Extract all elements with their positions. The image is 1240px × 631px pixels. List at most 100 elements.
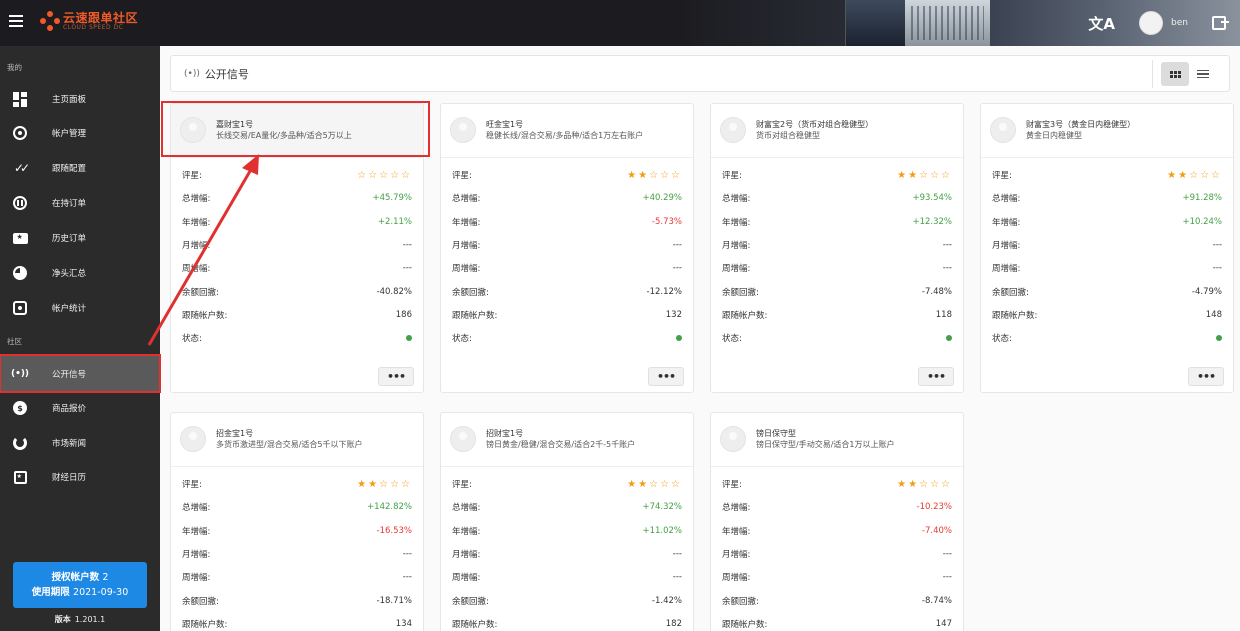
more-button[interactable]: ••• [648,367,684,386]
sidebar-item-public-signals[interactable]: (•)) 公开信号 [0,354,161,393]
sidebar-item-label: 商品报价 [52,404,87,414]
signal-card-header[interactable]: 财富宝3号（黄金日内稳健型） 黄金日内稳健型 [981,104,1233,156]
page-header: (•)) 公开信号 [170,55,1230,92]
list-view-button[interactable] [1189,62,1217,86]
stat-rating-label: 评星: [182,480,202,490]
stat-row-year: 年增幅: -16.53% [182,523,412,539]
stat-row-status: 状态: [992,330,1222,346]
stat-week-label: 周增幅: [182,573,211,584]
stat-drawdown-label: 余额回撤: [452,287,489,298]
account-icon [12,125,28,141]
stat-row-week: 周增幅: --- [722,260,952,276]
stat-total-label: 总增幅: [182,194,211,205]
stat-year-label: 年增幅: [722,526,751,537]
stat-followers-value: 182 [665,618,682,629]
sidebar-item-net-summary[interactable]: 净头汇总 [0,256,160,290]
stat-year-label: 年增幅: [182,217,211,228]
signal-card: 招财宝1号 镑日黄金/稳健/混合交易/适合2千-5千账户 评星: ★★☆☆☆ 总增幅: +… [440,412,694,631]
stat-drawdown-value: -8.74% [921,595,952,606]
username[interactable]: ben [1171,18,1188,28]
stat-week-value: --- [402,572,412,583]
sidebar-item-label: 公开信号 [52,369,87,380]
stat-drawdown-value: -18.71% [376,595,412,606]
stat-week-label: 周增幅: [722,573,751,584]
stat-row-year: 年增幅: +2.11% [182,214,412,230]
stat-row-followers: 跟随帐户数: 182 [452,616,682,631]
signal-card-header[interactable]: 招金宝1号 多货币激进型/混合交易/适合5千以下账户 [171,413,423,465]
card-divider [441,157,693,158]
dashboard-icon [12,91,28,107]
stat-week-value: --- [1212,263,1222,274]
stat-total-value: +142.82% [367,502,412,513]
stat-row-week: 周增幅: --- [182,569,412,585]
signal-card-header[interactable]: 旺金宝1号 稳健长线/混合交易/多品种/适合1万左右账户 [441,104,693,156]
app-logo[interactable]: 云速跟单社区 CLOUD SPEED DC [40,11,138,31]
more-button[interactable]: ••• [918,367,954,386]
view-toggle [1152,60,1217,88]
stat-rating-label: 评星: [992,171,1012,181]
sidebar-item-label: 市场新闻 [52,439,87,449]
stat-status-label: 状态: [182,334,202,345]
stat-row-total: 总增幅: +142.82% [182,499,412,515]
stat-month-value: --- [1212,239,1222,250]
status-dot [946,335,952,342]
license-button[interactable]: 授权帐户数 2 使用期限 2021-09-30 [13,562,147,608]
stat-row-total: 总增幅: -10.23% [722,499,952,515]
stat-year-value: -16.53% [376,525,412,536]
stat-row-rating: 评星: ★★☆☆☆ [182,476,412,492]
sidebar-item-calendar[interactable]: 财经日历 [0,460,160,494]
sidebar-section-mine: 我的 [7,63,22,72]
stat-row-year: 年增幅: +10.24% [992,214,1222,230]
stat-row-drawdown: 余额回撤: -40.82% [182,284,412,300]
signal-avatar [180,426,206,452]
expire-label: 使用期限 [31,587,70,598]
stat-row-year: 年增幅: -5.73% [452,214,682,230]
stat-drawdown-label: 余额回撤: [182,596,219,607]
signal-card-header[interactable]: 镑日保守型 镑日保守型/手动交易/适合1万以上账户 [711,413,963,465]
status-dot [406,335,412,342]
stat-month-value: --- [942,239,952,250]
menu-icon[interactable] [9,15,23,27]
sidebar-item-follow-config[interactable]: ✓✓ 跟随配置 [0,151,160,185]
signal-name: 财富宝2号（货币对组合稳健型） [756,120,874,129]
banner-monitor-left [845,0,905,46]
stat-row-total: 总增幅: +40.29% [452,190,682,206]
signal-card: 财富宝2号（货币对组合稳健型） 货币对组合稳健型 评星: ★★☆☆☆ 总增幅: +93.5… [710,103,964,393]
stat-followers-label: 跟随帐户数: [182,310,228,321]
stat-row-followers: 跟随帐户数: 134 [182,616,412,631]
signal-card-header[interactable]: 财富宝2号（货币对组合稳健型） 货币对组合稳健型 [711,104,963,156]
stat-row-year: 年增幅: -7.40% [722,523,952,539]
ticket-icon [12,230,28,246]
logo-title: 云速跟单社区 [63,10,139,25]
grid-view-button[interactable] [1161,62,1189,86]
stat-row-total: 总增幅: +93.54% [722,190,952,206]
logout-icon[interactable] [1212,16,1229,30]
signal-card-header[interactable]: 招财宝1号 镑日黄金/稳健/混合交易/适合2千-5千账户 [441,413,693,465]
stat-row-drawdown: 余额回撤: -4.79% [992,284,1222,300]
translate-icon[interactable]: 文A [1088,13,1115,34]
stat-followers-value: 118 [935,309,952,320]
sidebar-item-account[interactable]: 帐户管理 [0,116,160,150]
stat-row-year: 年增幅: +11.02% [452,523,682,539]
stat-row-week: 周增幅: --- [992,260,1222,276]
signal-avatar [450,117,476,143]
stat-week-label: 周增幅: [452,264,481,275]
user-avatar[interactable] [1139,11,1164,35]
more-button[interactable]: ••• [1188,367,1224,386]
sidebar-item-market-news[interactable]: 市场新闻 [0,426,160,460]
double-check-icon: ✓✓ [13,161,30,175]
sidebar-item-open-orders[interactable]: 在持订单 [0,186,160,220]
stat-total-label: 总增幅: [182,503,211,514]
stat-week-value: --- [672,572,682,583]
more-button[interactable]: ••• [378,367,414,386]
stat-week-value: --- [672,263,682,274]
stat-row-drawdown: 余额回撤: -1.42% [452,593,682,609]
stat-row-rating: 评星: ★★☆☆☆ [452,167,682,183]
sidebar-item-label: 主页面板 [52,95,87,105]
stat-total-value: +74.32% [642,502,682,513]
stat-row-year: 年增幅: +12.32% [722,214,952,230]
sidebar-item-quotes[interactable]: $ 商品报价 [0,391,160,425]
sidebar-item-account-stats[interactable]: 帐户统计 [0,291,160,325]
sidebar-item-history-orders[interactable]: 历史订单 [0,221,160,255]
sidebar-item-dashboard[interactable]: 主页面板 [0,82,160,116]
